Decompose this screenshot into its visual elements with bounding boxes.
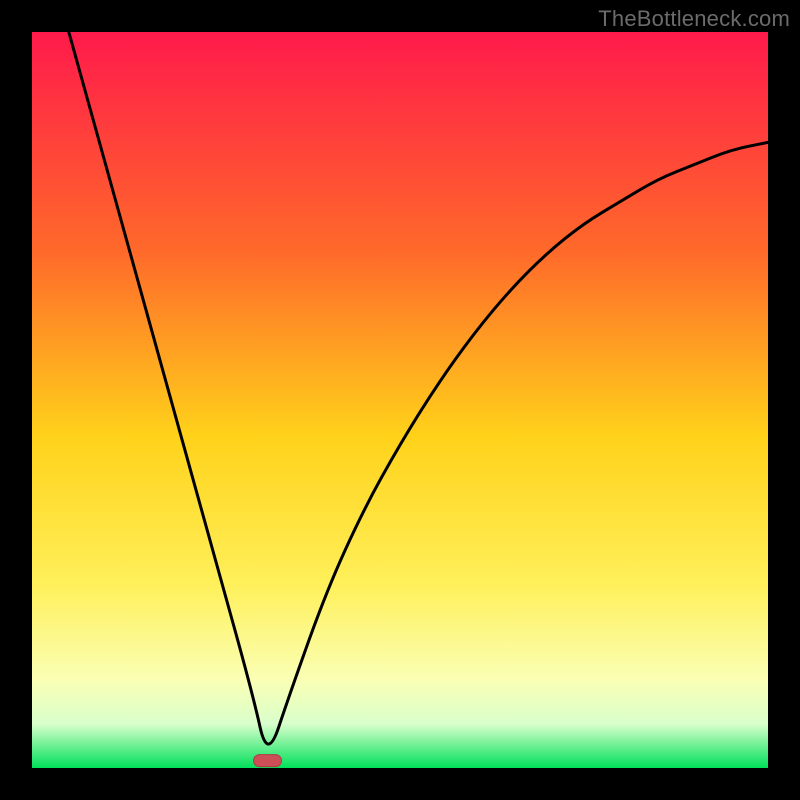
chart-canvas bbox=[32, 32, 768, 768]
watermark-text: TheBottleneck.com bbox=[598, 6, 790, 32]
gradient-background bbox=[32, 32, 768, 768]
min-marker bbox=[254, 755, 282, 767]
chart-frame: TheBottleneck.com bbox=[0, 0, 800, 800]
plot-area bbox=[32, 32, 768, 768]
